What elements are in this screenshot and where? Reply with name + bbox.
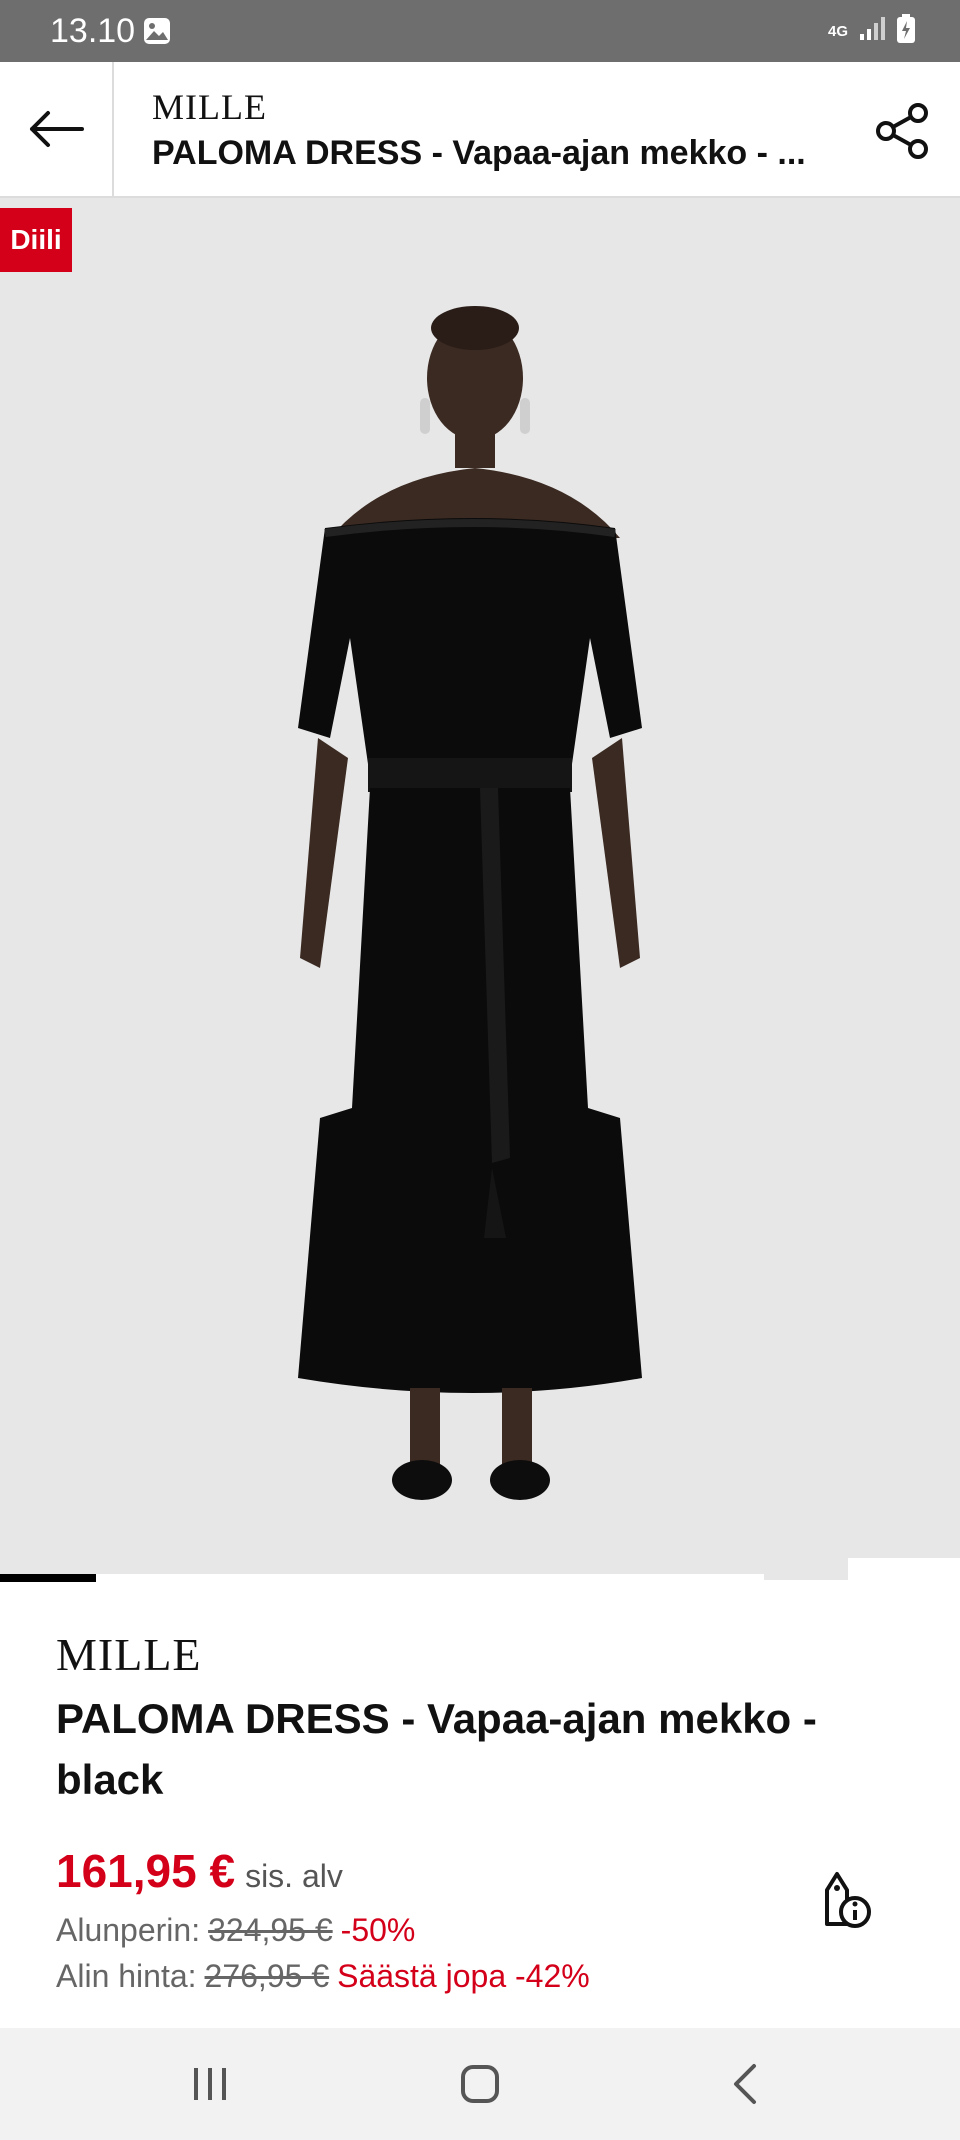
product-info: MILLE PALOMA DRESS - Vapaa-ajan mekko - … [0, 1582, 960, 2028]
lowest-price: 276,95 € [204, 1958, 330, 1994]
original-price-label: Alunperin: [56, 1912, 201, 1948]
discount-percent: -50% [340, 1912, 416, 1948]
current-price: 161,95 € [56, 1845, 236, 1897]
image-notification-icon [142, 16, 172, 46]
battery-charging-icon [896, 14, 916, 49]
brand-name[interactable]: MILLE [56, 1628, 202, 1681]
carousel-progress [0, 1574, 764, 1582]
share-icon [876, 103, 928, 159]
network-type: 4G [827, 23, 848, 40]
product-image-gallery[interactable]: Diili [0, 198, 960, 1580]
product-name: PALOMA DRESS - Vapaa-ajan mekko - black [56, 1695, 817, 1803]
carousel-indicator-active [0, 1574, 96, 1582]
top-app-bar: MILLE PALOMA DRESS - Vapaa-ajan mekko - … [0, 62, 960, 198]
lowest-price-row: Alin hinta: 276,95 € Säästä jopa -42% [56, 1958, 590, 1995]
system-back-button[interactable] [706, 2056, 786, 2112]
recents-button[interactable] [170, 2056, 250, 2112]
price-row: 161,95 € sis. alv [56, 1844, 343, 1898]
side-actions [848, 1558, 960, 1580]
lowest-price-label: Alin hinta: [56, 1958, 197, 1994]
deal-badge: Diili [0, 208, 72, 272]
header-divider [112, 62, 114, 196]
back-icon [734, 2064, 756, 2104]
savings-text: Säästä jopa -42% [337, 1958, 590, 1994]
share-button[interactable] [866, 98, 938, 164]
original-price-row: Alunperin: 324,95 € -50% [56, 1912, 415, 1949]
signal-icon [858, 16, 886, 47]
status-bar: 13.10 4G [0, 0, 960, 62]
system-nav-bar [0, 2028, 960, 2140]
header-title: PALOMA DRESS - Vapaa-ajan mekko - ... [152, 134, 806, 172]
original-price: 324,95 € [208, 1912, 333, 1948]
price-tag-info-icon [825, 1872, 871, 1928]
price-info-button[interactable] [810, 1864, 880, 1934]
vat-label: sis. alv [245, 1858, 343, 1894]
recents-icon [194, 2068, 226, 2100]
product-photo [298, 306, 642, 1500]
notify-button[interactable] [848, 1558, 960, 1580]
status-time: 13.10 [50, 12, 136, 50]
back-arrow-icon [30, 111, 84, 147]
header-brand: MILLE [152, 87, 267, 127]
home-icon [461, 2065, 499, 2103]
back-button[interactable] [20, 96, 92, 162]
status-indicators: 4G [828, 14, 916, 49]
home-button[interactable] [440, 2056, 520, 2112]
